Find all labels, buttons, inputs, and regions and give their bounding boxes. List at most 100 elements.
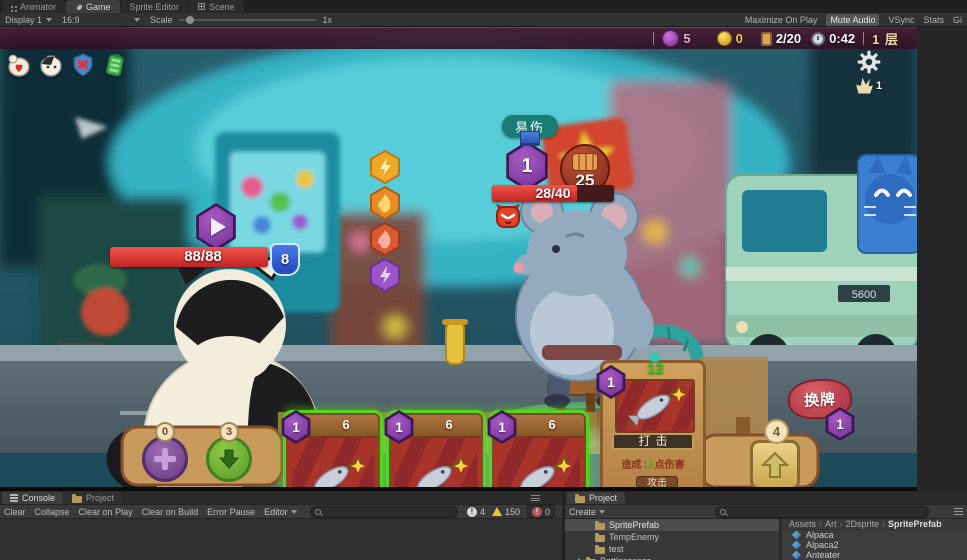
asset-item-alpaca[interactable]: Alpaca bbox=[782, 530, 967, 540]
tab-project-label: Project bbox=[86, 493, 114, 503]
claw-item-counter: 1 bbox=[856, 77, 882, 94]
tree-item-test[interactable]: test bbox=[565, 543, 779, 555]
console-search-input[interactable] bbox=[310, 506, 458, 518]
animator-icon bbox=[11, 6, 13, 8]
tab-project-left[interactable]: Project bbox=[64, 492, 122, 504]
card-art bbox=[395, 438, 477, 487]
bottom-panels: Console Project Clear Collapse Clear on … bbox=[0, 491, 967, 560]
selected-card[interactable]: 1 12 打击 造成12点伤害 攻击 bbox=[600, 360, 706, 487]
plus-icon bbox=[154, 448, 176, 470]
display-label: Display 1 bbox=[5, 15, 42, 25]
tab-sprite-editor-label: Sprite Editor bbox=[130, 2, 180, 12]
stats-button[interactable]: Stats bbox=[923, 15, 944, 25]
info-icon bbox=[467, 507, 477, 517]
deck-icon bbox=[761, 32, 772, 46]
breadcrumb-spriteprefab[interactable]: SpritePrefab bbox=[882, 519, 942, 529]
project-search-input[interactable] bbox=[715, 506, 929, 518]
project-tab-row: Project bbox=[565, 491, 967, 504]
asset-item-anteater[interactable]: Anteater bbox=[782, 550, 967, 560]
tree-item-spriteprefab[interactable]: SpritePrefab bbox=[565, 519, 779, 531]
display-dropdown[interactable]: Display 1 bbox=[5, 15, 52, 25]
player-hp-bar: 88/88 bbox=[110, 247, 268, 267]
discard-pile-button[interactable] bbox=[206, 436, 252, 482]
breadcrumb-assets[interactable]: Assets bbox=[789, 519, 816, 529]
tab-scene[interactable]: Scene bbox=[189, 0, 244, 13]
player-turn-badge[interactable] bbox=[194, 203, 238, 251]
shield-charm-icon[interactable] bbox=[70, 52, 96, 78]
project-file-list: Assets Art 2Dsprite SpritePrefab Alpaca … bbox=[782, 519, 967, 560]
hand-card-1[interactable]: 6 1 bbox=[286, 413, 380, 487]
tab-sprite-editor[interactable]: Sprite Editor bbox=[121, 0, 189, 13]
console-panel: Console Project Clear Collapse Clear on … bbox=[0, 491, 562, 560]
mute-audio-button[interactable]: Mute Audio bbox=[826, 14, 879, 26]
exhaust-pile-button[interactable] bbox=[142, 436, 188, 482]
breadcrumb-2dsprite[interactable]: 2Dsprite bbox=[840, 519, 880, 529]
tree-item-battlescense[interactable]: Battlescense bbox=[565, 555, 779, 560]
vsync-button[interactable]: VSync bbox=[888, 15, 914, 25]
error-icon bbox=[532, 507, 542, 517]
maximize-on-play-button[interactable]: Maximize On Play bbox=[745, 15, 818, 25]
collapse-button[interactable]: Collapse bbox=[35, 507, 70, 517]
scale-value: 1x bbox=[323, 15, 333, 25]
enemy-status: 易伤 1 25 28/40 bbox=[488, 115, 628, 245]
editor-dropdown-label: Editor bbox=[264, 507, 288, 517]
coin-icon bbox=[717, 31, 732, 46]
coin-count: 0 bbox=[736, 31, 743, 46]
enemy-block-badge: 1 bbox=[504, 141, 550, 191]
tree-item-tempenemy[interactable]: TempEnemy bbox=[565, 531, 779, 543]
cat-charm-icon[interactable] bbox=[38, 52, 64, 78]
hand-card-3[interactable]: 6 1 bbox=[492, 413, 586, 487]
timer-value: 0:42 bbox=[829, 31, 855, 46]
enemy-buff-icon bbox=[494, 203, 522, 234]
battery-charm-icon[interactable] bbox=[102, 52, 128, 78]
tab-animator[interactable]: Animator bbox=[2, 0, 65, 13]
slider-knob[interactable] bbox=[186, 16, 194, 24]
chevron-down-icon bbox=[599, 510, 605, 514]
tab-game[interactable]: Game bbox=[66, 0, 120, 13]
tab-game-label: Game bbox=[86, 2, 111, 12]
selected-card-art bbox=[615, 379, 695, 433]
clear-on-play-button[interactable]: Clear on Play bbox=[79, 507, 133, 517]
error-count[interactable]: 0 bbox=[527, 505, 555, 518]
enemy-hp-text: 28/40 bbox=[492, 185, 614, 202]
folder-icon bbox=[595, 523, 605, 530]
pane-menu-icon[interactable] bbox=[531, 495, 540, 501]
aspect-ratio-dropdown[interactable]: 16:9 bbox=[62, 15, 140, 25]
editor-dropdown[interactable]: Editor bbox=[264, 507, 297, 517]
selected-card-description: 造成12点伤害 bbox=[603, 456, 703, 471]
mouse-charm-icon[interactable] bbox=[6, 52, 32, 78]
clear-on-build-button[interactable]: Clear on Build bbox=[142, 507, 199, 517]
breadcrumb-art[interactable]: Art bbox=[819, 519, 837, 529]
gizmos-button[interactable]: Gizmos bbox=[953, 15, 962, 25]
options-icon[interactable] bbox=[954, 508, 963, 515]
exhaust-count-badge: 0 bbox=[155, 422, 175, 442]
scene-icon bbox=[198, 3, 205, 10]
info-count[interactable]: 4 bbox=[467, 507, 485, 517]
tab-project-label: Project bbox=[589, 493, 617, 503]
coin-counter: 0 bbox=[717, 31, 743, 46]
error-pause-button[interactable]: Error Pause bbox=[207, 507, 255, 517]
enemy-hp-bar: 28/40 bbox=[492, 185, 614, 202]
hud-separator bbox=[653, 32, 654, 45]
console-tab-row: Console Project bbox=[0, 491, 562, 504]
project-panel: Project Create SpritePrefab TempEnemy bbox=[565, 491, 967, 560]
console-log-area[interactable] bbox=[0, 519, 562, 560]
hand-card-2[interactable]: 6 1 bbox=[389, 413, 483, 487]
player-hp-text: 88/88 bbox=[110, 247, 268, 267]
tab-console[interactable]: Console bbox=[2, 492, 63, 504]
scale-slider[interactable] bbox=[179, 19, 317, 21]
folder-icon bbox=[575, 496, 585, 503]
block-book-icon bbox=[520, 131, 540, 144]
deck-counter: 2/20 bbox=[761, 31, 801, 46]
asset-item-alpaca2[interactable]: Alpaca2 bbox=[782, 540, 967, 550]
warning-count[interactable]: 150 bbox=[492, 507, 520, 517]
draw-pile-button[interactable] bbox=[750, 440, 800, 487]
timer: 0:42 bbox=[811, 31, 855, 46]
tab-project[interactable]: Project bbox=[567, 492, 625, 504]
settings-gear-button[interactable] bbox=[856, 49, 882, 75]
create-dropdown[interactable]: Create bbox=[569, 507, 605, 517]
create-label: Create bbox=[569, 507, 596, 517]
clear-button[interactable]: Clear bbox=[4, 507, 26, 517]
floor-indicator: 1 层 bbox=[872, 29, 899, 48]
van-plate: 5600 bbox=[852, 289, 876, 301]
